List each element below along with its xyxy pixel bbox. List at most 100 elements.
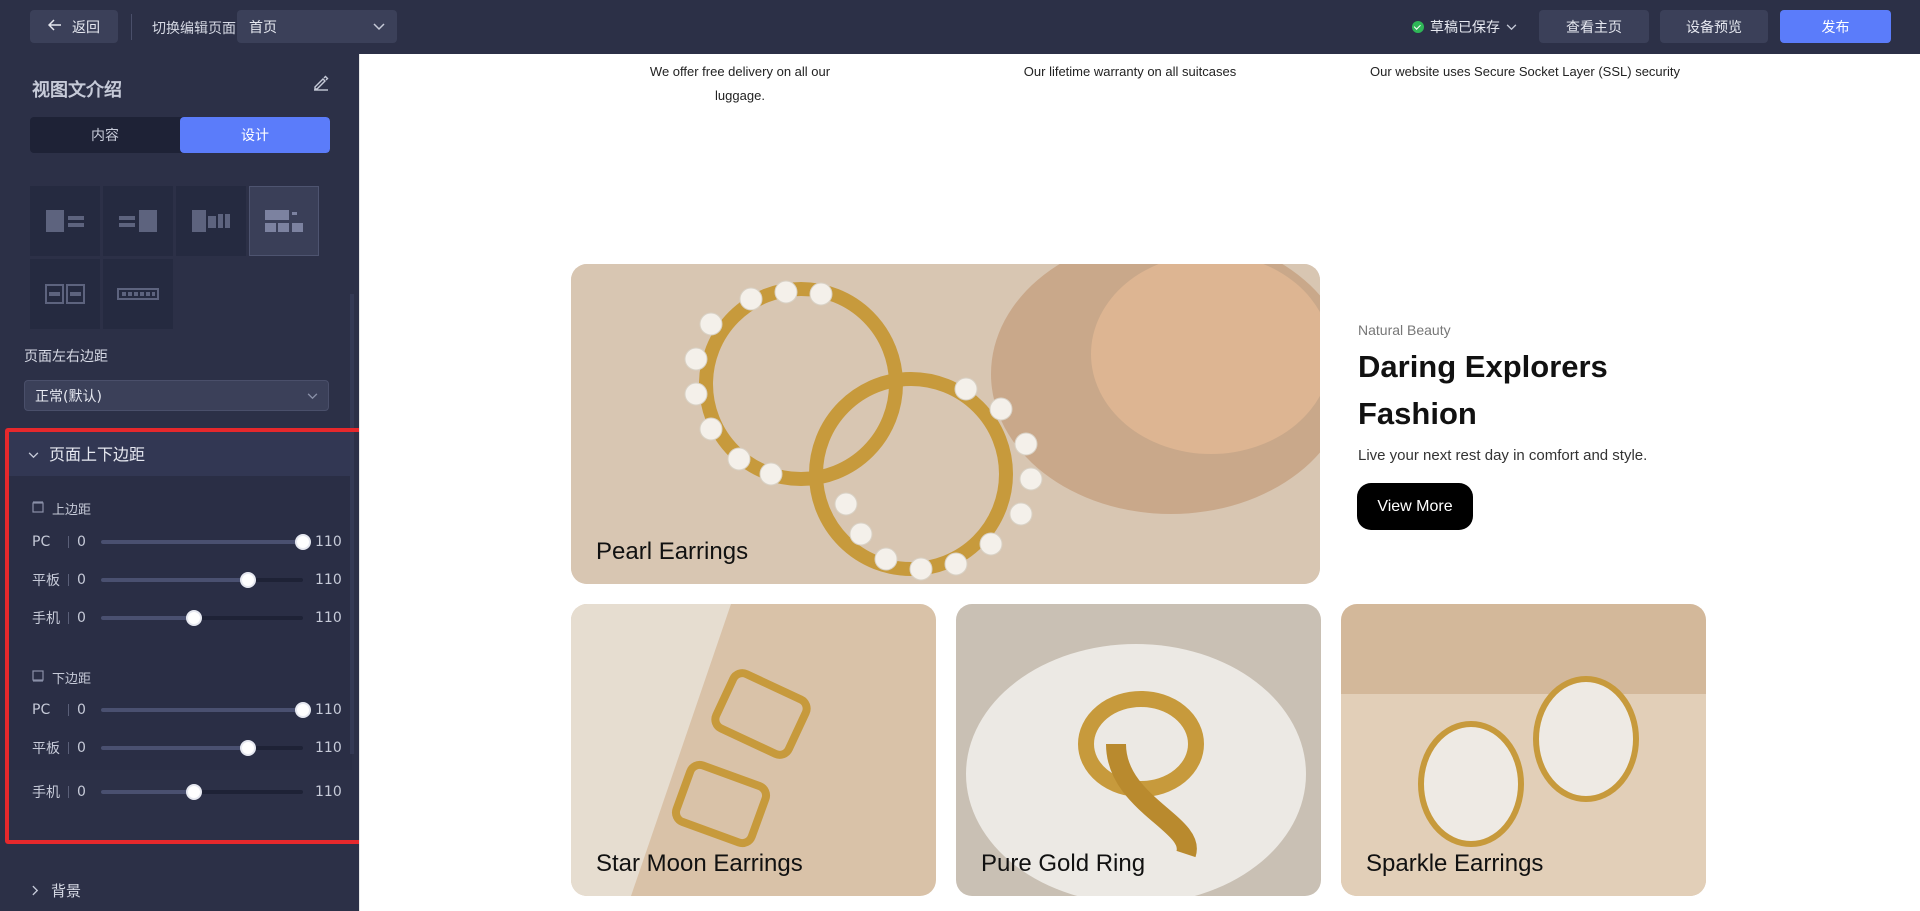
bottom-margin-text: 下边距 <box>52 672 92 687</box>
product-card-3-label: Sparkle Earrings <box>1366 850 1544 877</box>
slider-top-tablet: 平板 0 110 <box>32 570 352 590</box>
chevron-down-icon <box>1506 19 1517 35</box>
save-status[interactable]: 草稿已保存 <box>1412 17 1517 37</box>
slider-bottom-tablet: 平板 0 110 <box>32 738 352 758</box>
background-section-header[interactable]: 背景 <box>32 880 81 901</box>
feature-warranty: Our lifetime warranty on all suitcases <box>1023 64 1237 79</box>
pearl-earrings-image <box>571 264 1320 584</box>
product-card-2-label: Pure Gold Ring <box>981 850 1146 877</box>
section-headline: Daring Explorers Fashion <box>1358 349 1608 431</box>
layout-strip-icon[interactable] <box>103 259 173 329</box>
top-bar: 返回 切换编辑页面 首页 草稿已保存 查看主页 设备预览 发布 <box>0 0 1920 54</box>
slider-separator <box>68 786 69 798</box>
slider-max: 110 <box>315 534 342 550</box>
tab-content[interactable]: 内容 <box>30 117 180 153</box>
back-button[interactable]: 返回 <box>30 10 118 43</box>
margin-tb-section-body: 上边距 PC 0 110 平板 0 110 手机 0 110 下边距 PC 0 … <box>8 476 352 770</box>
slider-max: 110 <box>315 610 342 626</box>
slider-top-pc: PC 0 110 <box>32 532 352 552</box>
view-home-button[interactable]: 查看主页 <box>1539 10 1649 43</box>
slider-device-label: 手机 <box>32 611 60 627</box>
margin-lr-label: 页面左右边距 <box>24 349 108 365</box>
bottom-margin-icon <box>32 669 44 686</box>
slider-max: 110 <box>315 572 342 588</box>
slider-min: 0 <box>77 740 86 756</box>
product-card-2[interactable]: Pure Gold Ring <box>956 604 1321 896</box>
layout-mixed-icon[interactable] <box>176 186 246 256</box>
slider-track[interactable] <box>101 702 311 718</box>
layout-image-right-icon[interactable] <box>103 186 173 256</box>
back-label: 返回 <box>72 19 100 36</box>
slider-track[interactable] <box>101 534 311 550</box>
margin-lr-select[interactable]: 正常(默认) <box>24 380 329 411</box>
top-margin-text: 上边距 <box>52 503 92 518</box>
slider-separator <box>68 612 69 624</box>
page-select-value: 首页 <box>249 19 277 36</box>
slider-thumb[interactable] <box>240 740 257 756</box>
save-status-text: 草稿已保存 <box>1430 20 1500 36</box>
background-label: 背景 <box>51 882 82 900</box>
slider-thumb[interactable] <box>240 572 257 588</box>
sidebar-scrollbar[interactable] <box>350 294 354 754</box>
product-card-1[interactable]: Star Moon Earrings <box>571 604 936 896</box>
panel-title: 视图文介绍 <box>32 80 122 101</box>
layout-image-left-icon[interactable] <box>30 186 100 256</box>
slider-track[interactable] <box>101 784 303 800</box>
margin-tb-section-header[interactable]: 页面上下边距 <box>8 430 352 476</box>
slider-thumb[interactable] <box>185 610 202 626</box>
check-circle-icon <box>1412 21 1424 33</box>
slider-max: 110 <box>315 784 342 800</box>
slider-min: 0 <box>77 610 86 626</box>
edit-icon[interactable] <box>312 74 332 94</box>
layout-two-columns-icon[interactable] <box>30 259 100 329</box>
topbar-divider <box>131 14 132 40</box>
slider-device-label: PC <box>32 702 51 718</box>
page-canvas: We offer free delivery on all our luggag… <box>359 54 1920 911</box>
slider-bottom-pc: PC 0 110 <box>32 700 352 720</box>
slider-max: 110 <box>315 740 342 756</box>
top-margin-icon <box>32 500 44 517</box>
slider-track[interactable] <box>101 572 303 588</box>
view-more-button[interactable]: View More <box>1357 483 1473 530</box>
bottom-margin-label: 下边距 <box>32 668 91 687</box>
slider-bottom-mobile: 手机 0 110 <box>32 782 352 802</box>
margin-tb-section-title: 页面上下边距 <box>49 445 146 464</box>
product-card-3[interactable]: Sparkle Earrings <box>1341 604 1706 896</box>
slider-separator <box>68 574 69 586</box>
slider-separator <box>68 704 69 716</box>
slider-device-label: 平板 <box>32 573 60 589</box>
slider-max: 110 <box>315 702 342 718</box>
slider-separator <box>68 536 69 548</box>
section-eyebrow: Natural Beauty <box>1358 322 1451 338</box>
slider-device-label: 平板 <box>32 741 60 757</box>
page-select[interactable]: 首页 <box>237 10 397 43</box>
publish-button[interactable]: 发布 <box>1780 10 1891 43</box>
chevron-down-icon <box>373 19 385 35</box>
layout-grid-featured-icon[interactable] <box>249 186 319 256</box>
slider-thumb[interactable] <box>295 534 311 550</box>
slider-track[interactable] <box>101 610 303 626</box>
slider-device-label: PC <box>32 534 51 550</box>
margin-lr-value: 正常(默认) <box>35 388 102 405</box>
feature-delivery: We offer free delivery on all our luggag… <box>649 64 831 103</box>
switch-page-label: 切换编辑页面 <box>152 21 236 37</box>
arrow-left-icon <box>47 18 62 35</box>
chevron-down-icon <box>28 444 39 463</box>
slider-min: 0 <box>77 572 86 588</box>
slider-top-mobile: 手机 0 110 <box>32 608 352 628</box>
slider-device-label: 手机 <box>32 785 60 801</box>
top-margin-label: 上边距 <box>32 499 91 518</box>
tab-design[interactable]: 设计 <box>180 117 330 153</box>
hero-image-card[interactable]: Pearl Earrings <box>571 264 1320 584</box>
slider-separator <box>68 742 69 754</box>
hero-image-label: Pearl Earrings <box>596 538 749 565</box>
content-design-tabs: 内容 设计 <box>30 117 330 153</box>
slider-min: 0 <box>77 534 86 550</box>
slider-thumb[interactable] <box>295 702 311 718</box>
slider-track[interactable] <box>101 740 303 756</box>
slider-min: 0 <box>77 784 86 800</box>
feature-ssl: Our website uses Secure Socket Layer (SS… <box>1370 64 1680 79</box>
design-sidebar: 视图文介绍 内容 设计 页面左右边距 正常(默认) 页面上下边距 上边距 PC … <box>0 54 359 911</box>
device-preview-button[interactable]: 设备预览 <box>1660 10 1768 43</box>
slider-thumb[interactable] <box>185 784 202 800</box>
